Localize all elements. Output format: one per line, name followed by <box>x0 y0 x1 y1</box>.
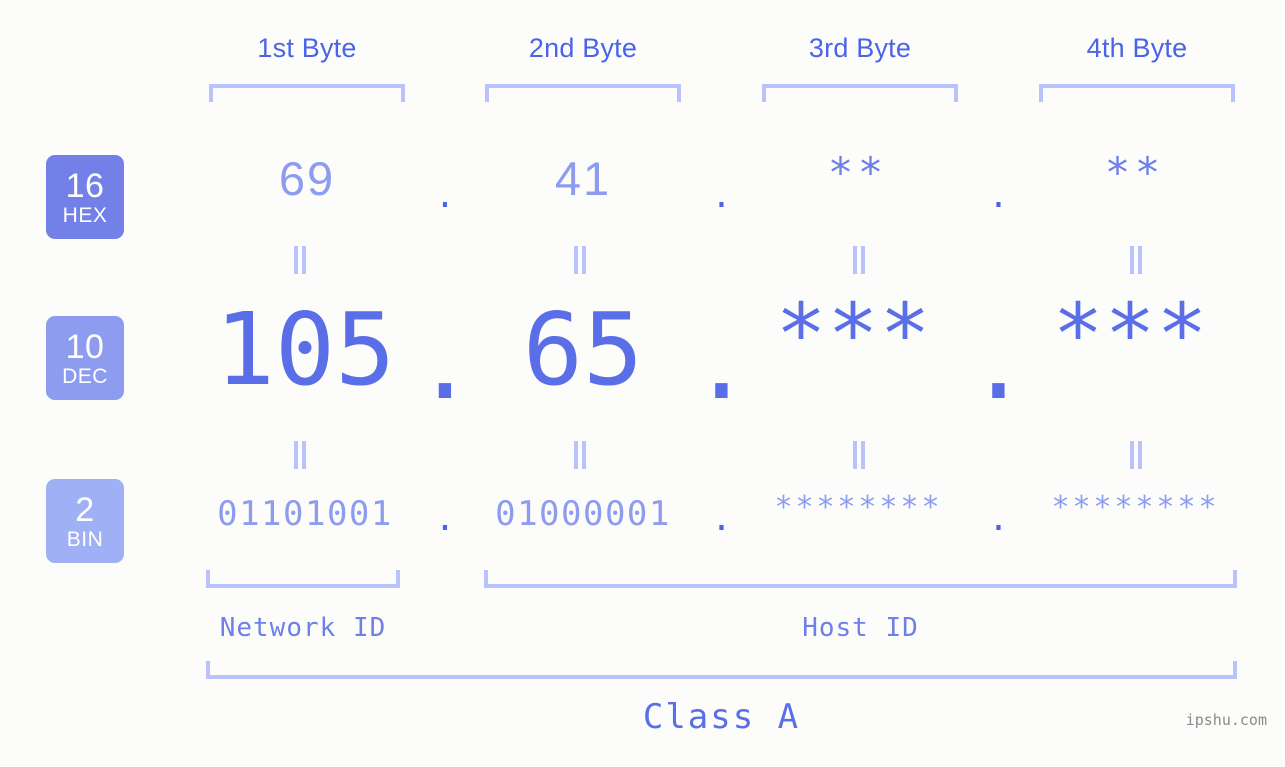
base-badge-bin-name: BIN <box>66 527 104 551</box>
byte-header-label-3: 3rd Byte <box>808 33 912 63</box>
dec-byte-value-2: 65 <box>522 291 644 408</box>
byte-bracket-2 <box>485 84 681 102</box>
class-bracket <box>206 661 1237 679</box>
equality-mark-hex-dec-2 <box>572 246 588 274</box>
dec-byte-value-4: *** <box>1057 285 1213 383</box>
base-badge-hex: 16 HEX <box>46 155 124 239</box>
equality-mark-hex-dec-1 <box>292 246 308 274</box>
dec-separator-1: . <box>414 305 476 422</box>
hex-byte-value-2: 41 <box>554 152 612 205</box>
bin-separator-2: . <box>711 499 732 539</box>
dec-separator-3: . <box>968 305 1029 422</box>
hex-byte-value-1: 69 <box>278 152 336 205</box>
hex-separator-3: . <box>992 171 1005 217</box>
host-id-label: Host ID <box>802 613 919 643</box>
bin-byte-value-1: 01101001 <box>217 494 393 534</box>
byte-bracket-4 <box>1039 84 1235 102</box>
equality-mark-dec-bin-1 <box>292 441 308 469</box>
bin-separator-1: . <box>434 499 456 539</box>
dec-byte-value-3: *** <box>780 285 936 383</box>
base-badge-hex-number: 16 <box>65 166 105 205</box>
base-badge-bin-number: 2 <box>75 490 95 529</box>
dec-byte-value-1: 105 <box>214 291 396 408</box>
byte-bracket-3 <box>762 84 958 102</box>
watermark: ipshu.com <box>1185 711 1267 729</box>
bin-byte-value-3: ******** <box>776 490 944 525</box>
network-id-label: Network ID <box>219 613 387 643</box>
equality-mark-dec-bin-2 <box>572 441 588 469</box>
base-badge-bin: 2 BIN <box>46 479 124 563</box>
byte-header-label-1: 1st Byte <box>257 33 357 63</box>
network-id-bracket <box>206 570 400 588</box>
host-id-bracket <box>484 570 1237 588</box>
hex-byte-value-4: ** <box>1107 148 1167 197</box>
base-badge-dec-name: DEC <box>62 364 108 388</box>
equality-mark-dec-bin-3 <box>851 441 867 469</box>
hex-separator-2: . <box>715 171 728 217</box>
base-badge-dec-number: 10 <box>65 327 105 366</box>
dec-separator-2: . <box>691 305 752 422</box>
bin-byte-value-2: 01000001 <box>495 494 671 534</box>
class-label: Class A <box>642 697 801 737</box>
byte-header-label-2: 2nd Byte <box>528 33 638 63</box>
ip-address-breakdown-diagram: 1st Byte 2nd Byte 3rd Byte 4th Byte 16 H… <box>0 0 1285 767</box>
hex-byte-value-3: ** <box>830 148 890 197</box>
bin-byte-value-4: ******** <box>1053 490 1221 525</box>
hex-separator-1: . <box>438 171 452 217</box>
bin-separator-3: . <box>988 499 1009 539</box>
equality-mark-hex-dec-4 <box>1128 246 1144 274</box>
equality-mark-dec-bin-4 <box>1128 441 1144 469</box>
byte-header-label-4: 4th Byte <box>1086 33 1188 63</box>
byte-bracket-1 <box>209 84 405 102</box>
base-badge-dec: 10 DEC <box>46 316 124 400</box>
base-badge-hex-name: HEX <box>62 203 108 227</box>
equality-mark-hex-dec-3 <box>851 246 867 274</box>
